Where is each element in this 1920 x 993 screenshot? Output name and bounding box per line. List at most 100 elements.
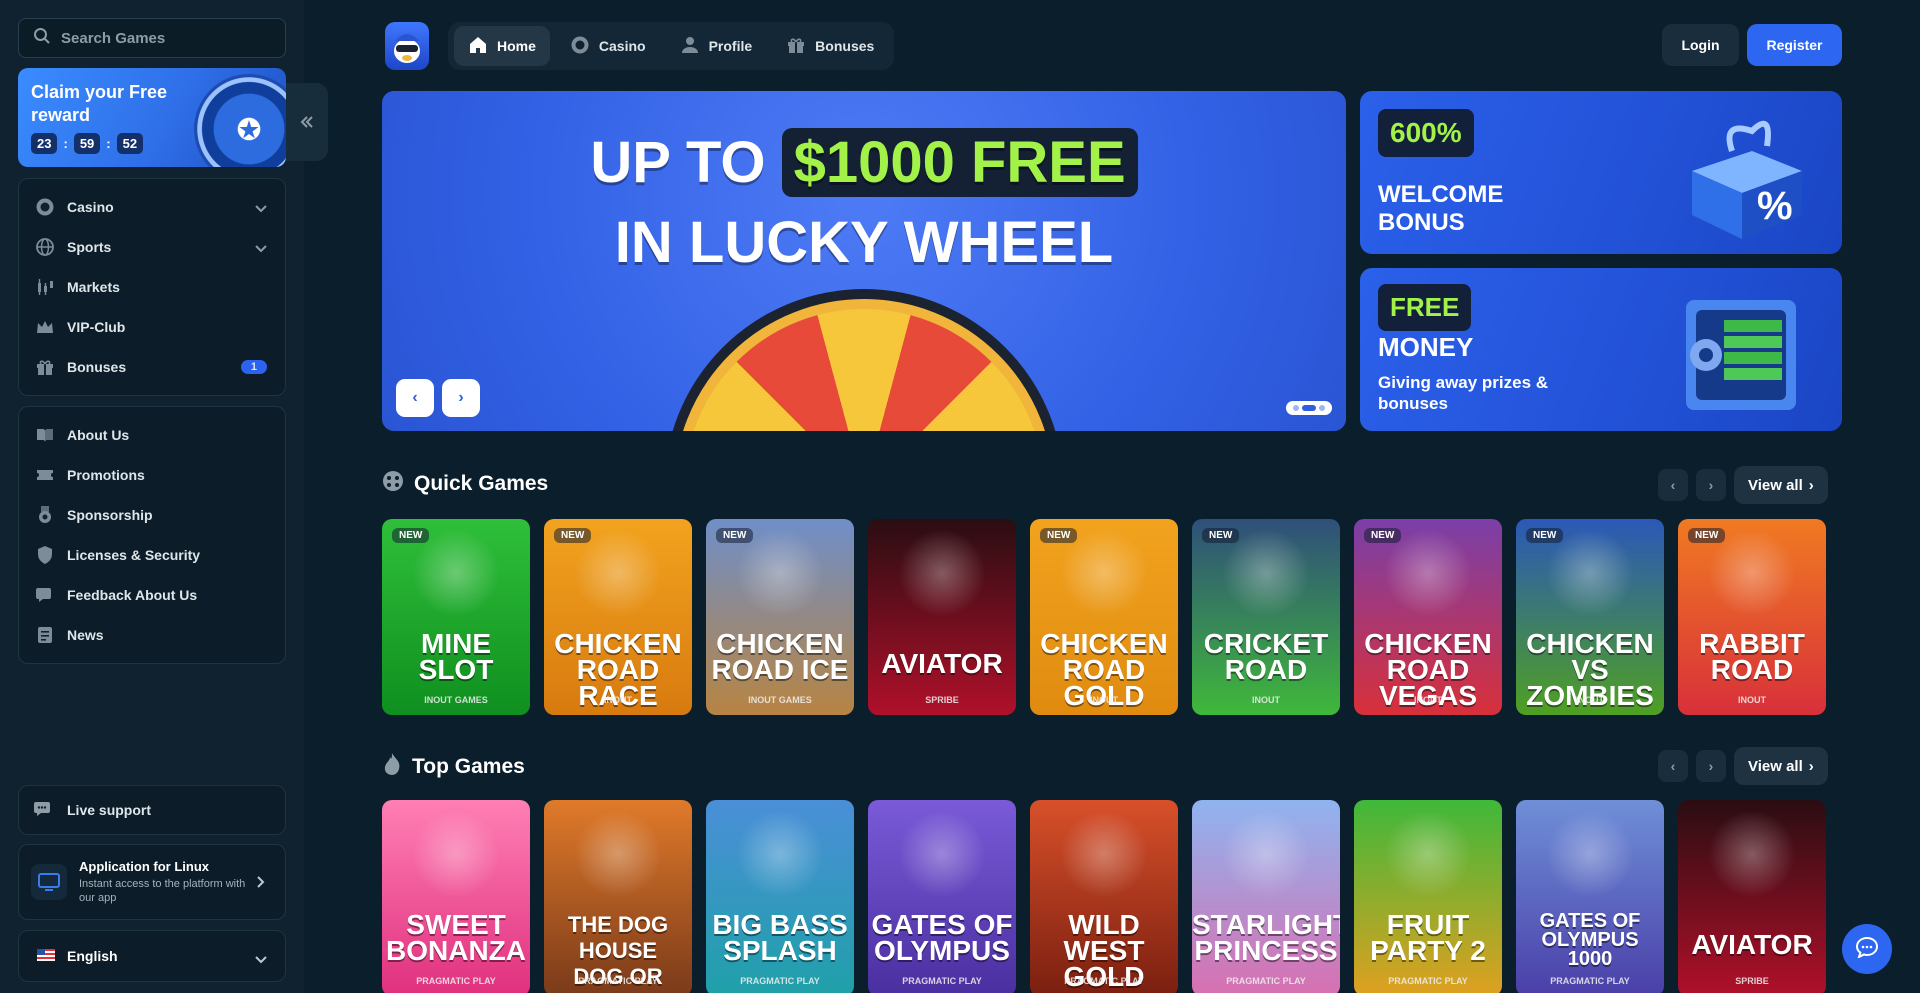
game-card[interactable]: NEW CHICKEN ROAD GOLD INOUT xyxy=(1030,519,1178,715)
sidebar-item-label: Sponsorship xyxy=(67,507,153,523)
quick-games-header: Quick Games xyxy=(382,470,548,498)
tab-casino[interactable]: Casino xyxy=(556,26,660,66)
timer-seconds: 52 xyxy=(116,133,144,154)
game-card[interactable]: NEW RABBIT ROAD INOUT xyxy=(1678,519,1826,715)
game-title: FRUIT PARTY 2 xyxy=(1370,909,1486,966)
feedback-icon xyxy=(35,585,55,605)
game-card[interactable]: NEW MINE SLOT INOUT GAMES xyxy=(382,519,530,715)
quick-view-all-button[interactable]: View all › xyxy=(1734,466,1828,504)
top-view-all-button[interactable]: View all › xyxy=(1734,747,1828,785)
lucky-wheel-image xyxy=(664,289,1064,431)
chevron-down-icon xyxy=(255,200,267,216)
collapse-sidebar-button[interactable] xyxy=(286,83,328,161)
globe-icon xyxy=(35,237,55,257)
game-provider: PRAGMATIC PLAY xyxy=(740,976,820,986)
welcome-bonus-banner[interactable]: 600% WELCOME BONUS % xyxy=(1360,91,1842,254)
game-card[interactable]: NEW CHICKEN ROAD VEGAS INOUT xyxy=(1354,519,1502,715)
sidebar-item-feedback-about-us[interactable]: Feedback About Us xyxy=(19,575,285,615)
game-card[interactable]: SWEET BONANZA PRAGMATIC PLAY xyxy=(382,800,530,993)
sidebar-item-bonuses[interactable]: Bonuses 1 xyxy=(19,347,285,387)
game-provider: SPRIBE xyxy=(1735,976,1769,986)
chat-widget-button[interactable] xyxy=(1842,924,1892,974)
quick-prev-button[interactable]: ‹ xyxy=(1658,469,1688,501)
free-money-banner[interactable]: FREE MONEY Giving away prizes & bonuses xyxy=(1360,268,1842,431)
game-provider: PRAGMATIC PLAY xyxy=(902,976,982,986)
top-games-controls: ‹ › View all › xyxy=(1658,747,1828,785)
site-logo[interactable] xyxy=(385,22,429,70)
language-selector[interactable]: English xyxy=(18,930,286,982)
game-card[interactable]: STARLIGHT PRINCESS PRAGMATIC PLAY xyxy=(1192,800,1340,993)
crown-icon xyxy=(35,317,55,337)
tab-bonuses[interactable]: Bonuses xyxy=(772,26,888,66)
top-next-button[interactable]: › xyxy=(1696,750,1726,782)
search-input[interactable] xyxy=(61,29,261,47)
top-prev-button[interactable]: ‹ xyxy=(1658,750,1688,782)
free-reward-title: Claim your Free reward xyxy=(31,82,168,125)
sidebar-item-about-us[interactable]: About Us xyxy=(19,415,285,455)
hero-prev-button[interactable]: ‹ xyxy=(396,379,434,417)
game-card[interactable]: AVIATOR SPRIBE xyxy=(1678,800,1826,993)
sidebar-item-news[interactable]: News xyxy=(19,615,285,655)
search-icon xyxy=(33,27,51,50)
live-support-button[interactable]: Live support xyxy=(18,785,286,835)
sidebar: Claim your Free reward 23 : 59 : 52 Casi… xyxy=(0,0,304,993)
us-flag-icon xyxy=(37,948,55,964)
chat-bubble-icon xyxy=(1855,936,1879,963)
game-artwork xyxy=(898,529,986,617)
newspaper-icon xyxy=(35,625,55,645)
chevron-right-icon xyxy=(257,875,265,893)
game-card[interactable]: NEW CHICKEN ROAD RACE INOUT xyxy=(544,519,692,715)
svg-text:%: % xyxy=(1757,184,1793,228)
register-button[interactable]: Register xyxy=(1747,24,1842,66)
tab-home[interactable]: Home xyxy=(454,26,550,66)
game-card[interactable]: GATES OF OLYMPUS 1000 PRAGMATIC PLAY xyxy=(1516,800,1664,993)
game-artwork xyxy=(736,810,824,898)
sidebar-item-label: Feedback About Us xyxy=(67,587,198,603)
game-card[interactable]: GATES OF OLYMPUS PRAGMATIC PLAY xyxy=(868,800,1016,993)
sidebar-item-promotions[interactable]: Promotions xyxy=(19,455,285,495)
game-provider: INOUT GAMES xyxy=(424,695,488,705)
casino-chip-icon xyxy=(35,197,55,217)
game-card[interactable]: FRUIT PARTY 2 PRAGMATIC PLAY xyxy=(1354,800,1502,993)
new-badge: NEW xyxy=(1526,528,1564,543)
game-title: RABBIT ROAD xyxy=(1699,628,1805,685)
hero-banner[interactable]: UP TO $1000 FREE IN LUCKY WHEEL ‹ › xyxy=(382,91,1346,431)
top-games-header: Top Games xyxy=(382,752,525,782)
tab-profile[interactable]: Profile xyxy=(666,26,767,66)
login-button[interactable]: Login xyxy=(1662,24,1739,66)
game-title: CHICKEN ROAD ICE xyxy=(711,628,849,685)
quick-next-button[interactable]: › xyxy=(1696,469,1726,501)
sidebar-item-sports[interactable]: Sports xyxy=(19,227,285,267)
sidebar-item-licenses-security[interactable]: Licenses & Security xyxy=(19,535,285,575)
quick-games-title: Quick Games xyxy=(414,472,549,495)
timer-hours: 23 xyxy=(31,133,58,154)
game-card[interactable]: AVIATOR SPRIBE xyxy=(868,519,1016,715)
sidebar-item-vip-club[interactable]: VIP-Club xyxy=(19,307,285,347)
linux-app-card[interactable]: Application for Linux Instant access to … xyxy=(18,844,286,920)
game-artwork xyxy=(412,810,500,898)
game-card[interactable]: NEW CRICKET ROAD INOUT xyxy=(1192,519,1340,715)
top-games-row: SWEET BONANZA PRAGMATIC PLAY THE DOG HOUSE… xyxy=(382,800,1842,993)
new-badge: NEW xyxy=(716,528,754,543)
search-box[interactable] xyxy=(18,18,286,58)
game-provider: INOUT xyxy=(1576,695,1604,705)
gift-box-image: % xyxy=(1692,120,1802,239)
game-card[interactable]: NEW CHICKEN ROAD ICE INOUT GAMES xyxy=(706,519,854,715)
sidebar-item-casino[interactable]: Casino xyxy=(19,187,285,227)
sidebar-item-markets[interactable]: Markets xyxy=(19,267,285,307)
sidebar-item-sponsorship[interactable]: Sponsorship xyxy=(19,495,285,535)
game-title: AVIATOR xyxy=(1691,929,1813,960)
game-card[interactable]: BIG BASS SPLASH PRAGMATIC PLAY xyxy=(706,800,854,993)
carousel-dots[interactable] xyxy=(1286,401,1332,415)
game-artwork xyxy=(574,810,662,898)
free-reward-banner[interactable]: Claim your Free reward 23 : 59 : 52 xyxy=(18,68,286,167)
game-card[interactable]: NEW CHICKEN VS ZOMBIES INOUT xyxy=(1516,519,1664,715)
new-badge: NEW xyxy=(1202,528,1240,543)
game-artwork xyxy=(1546,810,1634,898)
game-card[interactable]: WILD WEST GOLD PRAGMATIC PLAY xyxy=(1030,800,1178,993)
game-card[interactable]: THE DOG HOUSE DOG OR ALIVEPRAGMATIC PLAY xyxy=(544,800,692,993)
info-nav: About Us Promotions Sponsorship Licenses & … xyxy=(18,406,286,664)
casino-chip-icon xyxy=(570,35,590,58)
game-provider: INOUT xyxy=(604,695,632,705)
hero-next-button[interactable]: › xyxy=(442,379,480,417)
